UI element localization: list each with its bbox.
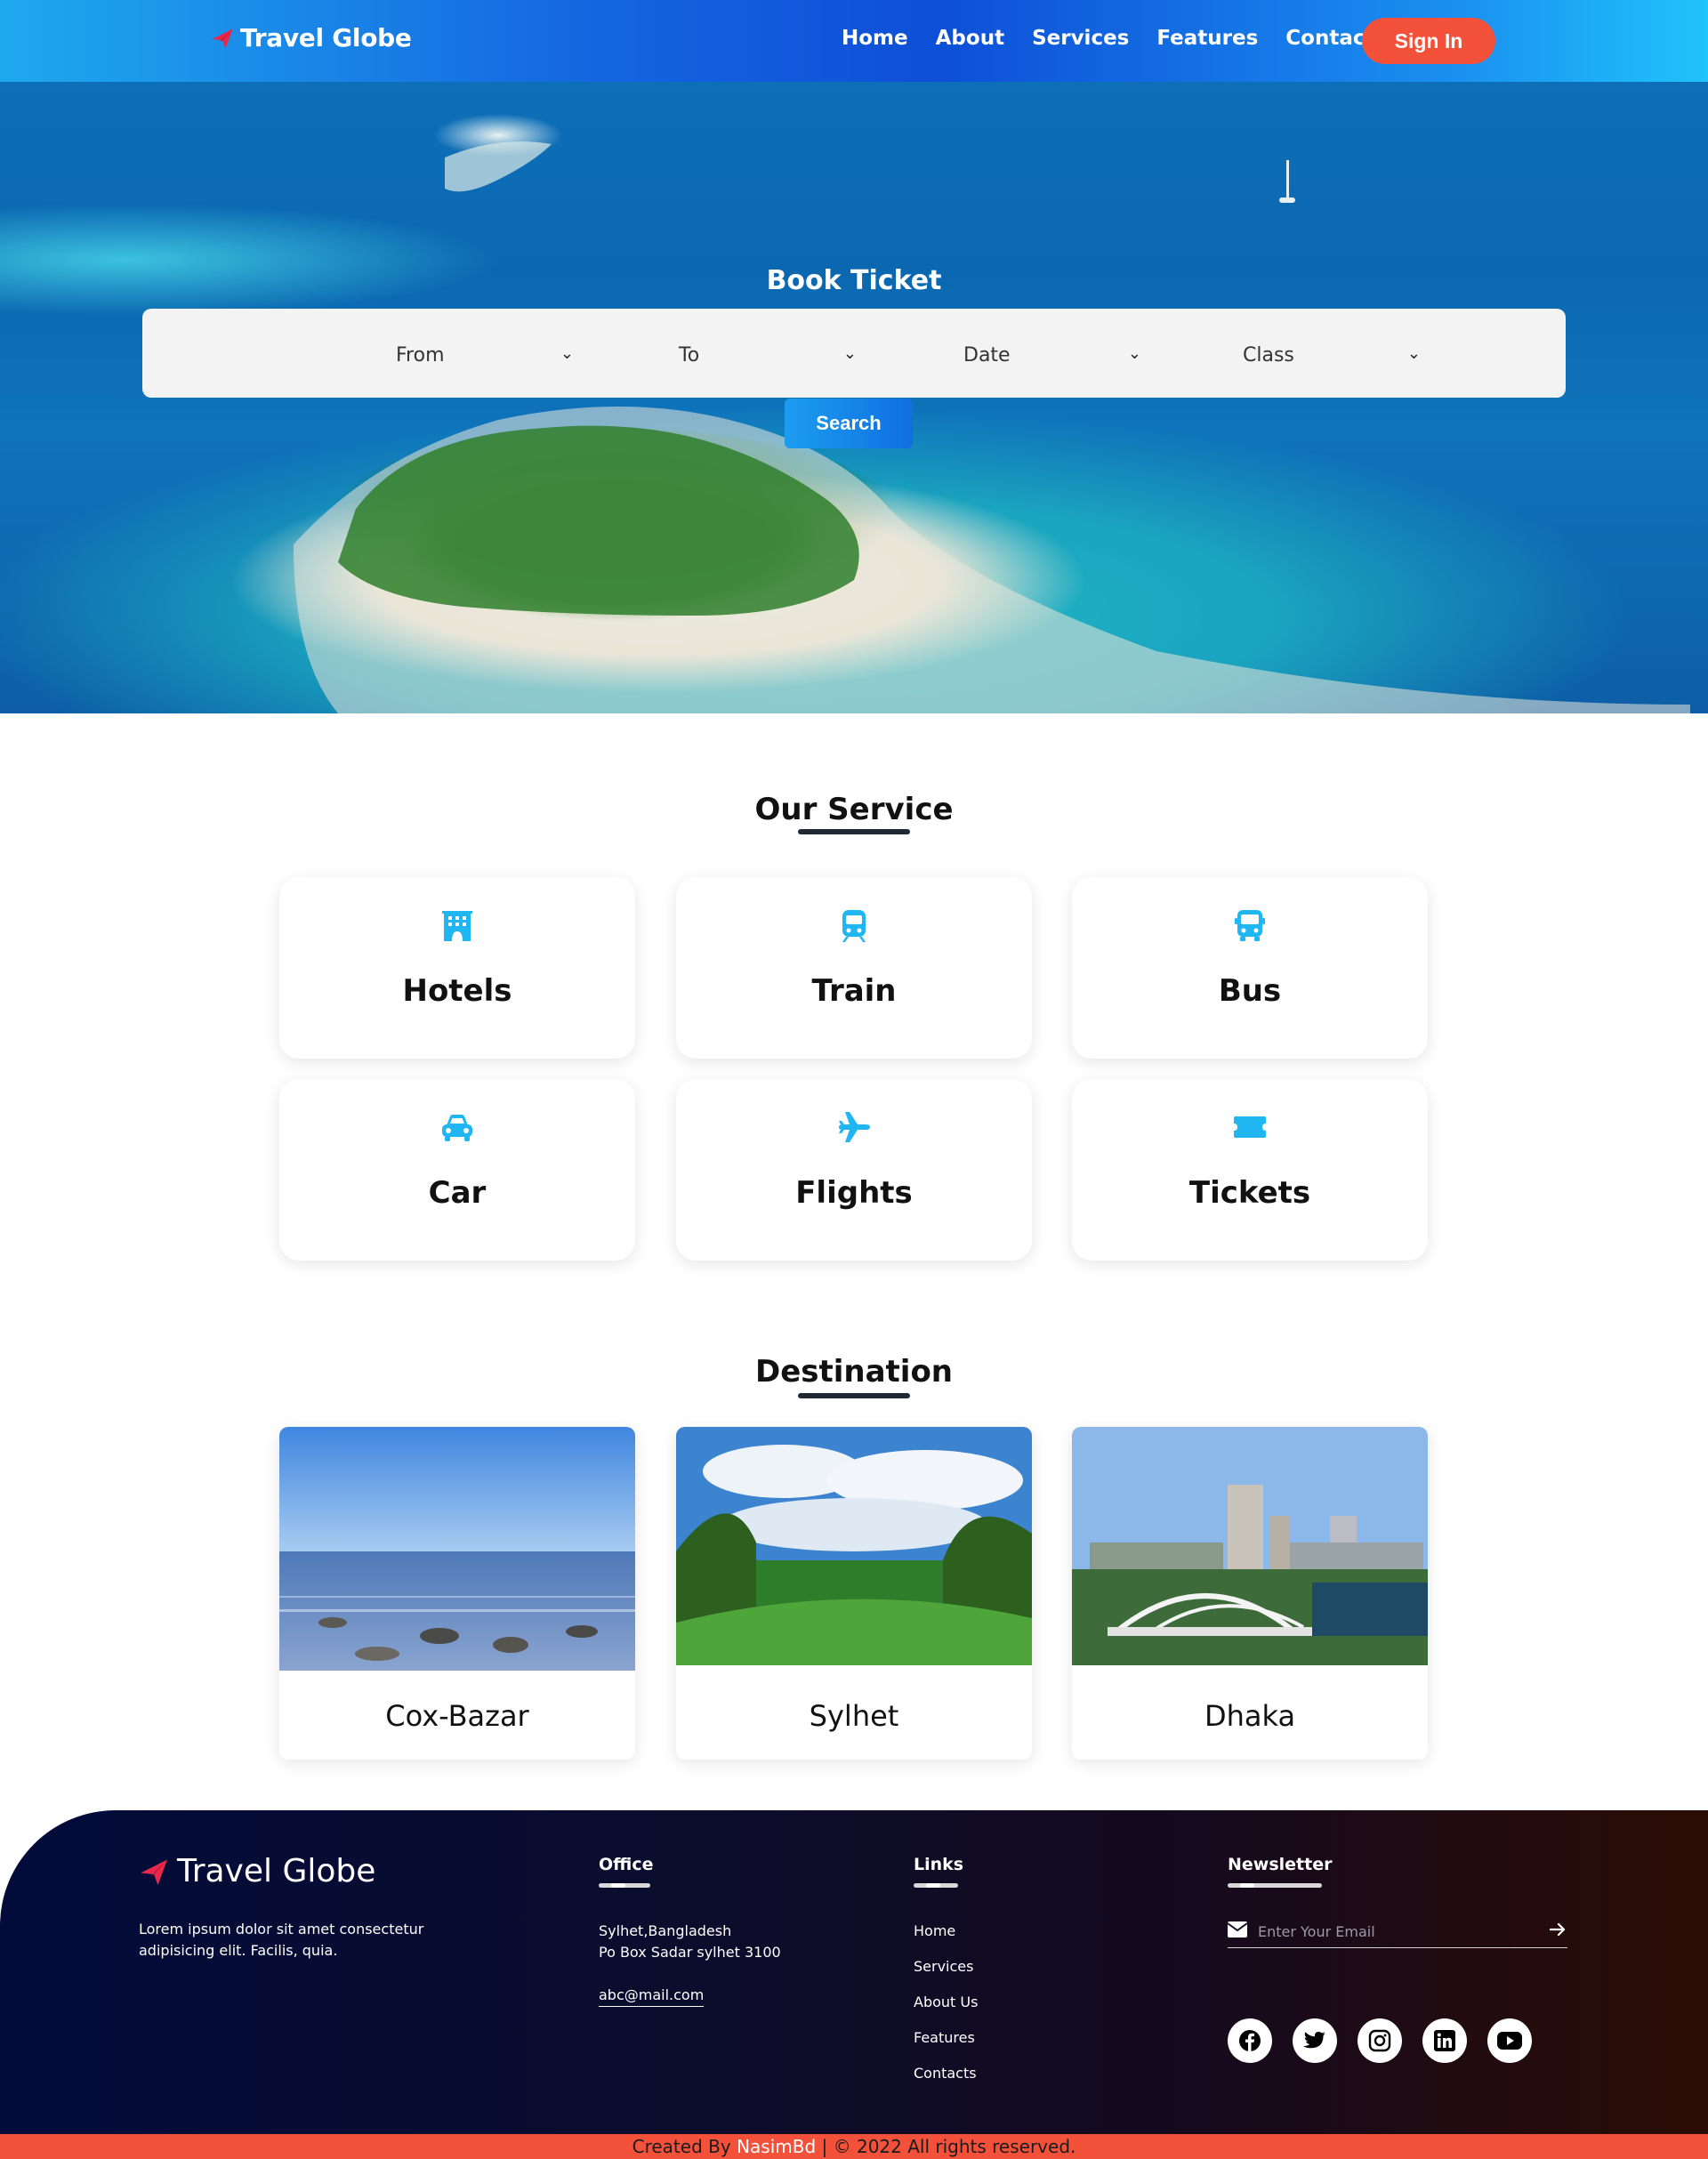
navbar: Travel Globe Home About Services Feature… (0, 0, 1708, 82)
footer-link-services[interactable]: Services (914, 1958, 973, 1975)
destination-label: Dhaka (1204, 1699, 1296, 1733)
twitter-icon (1303, 2032, 1325, 2049)
from-select-label: From (396, 343, 445, 367)
services-title-underline (798, 829, 910, 834)
linkedin-button[interactable] (1422, 2018, 1467, 2063)
chevron-down-icon: ⌄ (842, 344, 857, 363)
hero-title: Book Ticket (766, 265, 942, 296)
service-card-bus[interactable]: Bus (1072, 877, 1428, 1059)
destination-title-underline (798, 1393, 910, 1398)
dhaka-photo (1072, 1427, 1428, 1665)
train-icon (842, 910, 866, 942)
service-card-train[interactable]: Train (676, 877, 1032, 1059)
twitter-button[interactable] (1293, 2018, 1337, 2063)
service-label: Flights (795, 1175, 913, 1211)
arrow-right-icon[interactable] (1550, 1922, 1566, 1937)
sign-in-button[interactable]: Sign In (1362, 18, 1495, 64)
facebook-button[interactable] (1228, 2018, 1272, 2063)
newsletter-email-input[interactable] (1258, 1920, 1525, 1943)
cox-bazar-photo (279, 1427, 635, 1671)
footer-heading-office: Office (599, 1855, 654, 1874)
search-button[interactable]: Search (785, 399, 913, 448)
service-card-tickets[interactable]: Tickets (1072, 1079, 1428, 1261)
instagram-icon (1368, 2029, 1391, 2052)
footer-heading-bar (1228, 1883, 1322, 1888)
services-title: Our Service (754, 792, 954, 827)
to-select[interactable]: To ⌄ (679, 342, 857, 367)
hero-background-image (294, 141, 1690, 713)
footer-heading-links: Links (914, 1855, 964, 1874)
footer: Travel Globe Lorem ipsum dolor sit amet … (0, 1810, 1708, 2134)
paper-plane-icon (141, 1859, 167, 1885)
to-select-label: To (679, 343, 700, 367)
footer-link-contacts[interactable]: Contacts (914, 2065, 977, 2082)
service-card-car[interactable]: Car (279, 1079, 635, 1261)
linkedin-icon (1434, 2030, 1455, 2051)
destination-card-cox-bazar[interactable]: Cox-Bazar (279, 1427, 635, 1760)
footer-brand-name: Travel Globe (177, 1853, 376, 1889)
bus-icon (1235, 910, 1265, 941)
office-email-link[interactable]: abc@mail.com (599, 1985, 705, 2007)
hotel-icon (442, 911, 472, 941)
destination-card-sylhet[interactable]: Sylhet (676, 1427, 1032, 1760)
footer-link-features[interactable]: Features (914, 2029, 975, 2046)
nav-link-about[interactable]: About (936, 27, 1004, 50)
service-label: Train (811, 973, 897, 1009)
nav-links: Home About Services Features Contact (842, 27, 1402, 50)
plane-icon (839, 1112, 870, 1142)
chevron-down-icon: ⌄ (1406, 344, 1421, 363)
office-address-line2: Po Box Sadar sylhet 3100 (599, 1944, 781, 1961)
destination-title: Destination (754, 1354, 954, 1390)
envelope-icon (1228, 1921, 1247, 1937)
paper-plane-icon (212, 28, 233, 49)
class-select-label: Class (1243, 343, 1294, 367)
newsletter-form (1228, 1920, 1567, 1948)
copyright-bar: Created By NasimBd | © 2022 All rights r… (0, 2134, 1708, 2159)
instagram-button[interactable] (1358, 2018, 1402, 2063)
service-card-hotels[interactable]: Hotels (279, 877, 635, 1059)
youtube-icon (1497, 2032, 1522, 2050)
hero-section: Book Ticket From ⌄ To ⌄ Date ⌄ Class ⌄ S… (0, 82, 1708, 713)
destination-label: Cox-Bazar (385, 1699, 529, 1733)
destination-label: Sylhet (809, 1699, 899, 1733)
date-select-label: Date (963, 343, 1011, 367)
footer-description: Lorem ipsum dolor sit amet consectetur a… (139, 1921, 424, 1959)
youtube-button[interactable] (1487, 2018, 1532, 2063)
ticket-icon (1234, 1116, 1266, 1138)
copyright-author-link[interactable]: NasimBd (737, 2136, 816, 2157)
destination-card-dhaka[interactable]: Dhaka (1072, 1427, 1428, 1760)
footer-heading-newsletter: Newsletter (1228, 1855, 1333, 1874)
car-icon (442, 1115, 472, 1141)
footer-brand[interactable]: Travel Globe (138, 1853, 375, 1889)
booking-form: From ⌄ To ⌄ Date ⌄ Class ⌄ (142, 309, 1566, 398)
brand-name: Travel Globe (240, 23, 412, 52)
service-label: Bus (1218, 973, 1282, 1009)
service-label: Car (428, 1175, 487, 1211)
facebook-icon (1239, 2030, 1261, 2051)
nav-link-services[interactable]: Services (1032, 27, 1129, 50)
sylhet-photo (676, 1427, 1032, 1665)
copyright-prefix: Created By (632, 2136, 731, 2157)
from-select[interactable]: From ⌄ (396, 342, 574, 367)
chevron-down-icon: ⌄ (1127, 344, 1141, 363)
footer-link-about-us[interactable]: About Us (914, 1994, 978, 2010)
footer-link-home[interactable]: Home (914, 1922, 955, 1939)
copyright-suffix: | © 2022 All rights reserved. (821, 2136, 1076, 2157)
footer-heading-bar (914, 1883, 958, 1888)
nav-link-home[interactable]: Home (842, 27, 908, 50)
brand-logo[interactable]: Travel Globe (210, 23, 412, 52)
nav-link-features[interactable]: Features (1156, 27, 1258, 50)
footer-heading-bar (599, 1883, 650, 1888)
service-label: Hotels (402, 973, 512, 1009)
service-card-flights[interactable]: Flights (676, 1079, 1032, 1261)
class-select[interactable]: Class ⌄ (1243, 342, 1421, 367)
service-label: Tickets (1188, 1175, 1311, 1211)
office-address-line1: Sylhet,Bangladesh (599, 1922, 732, 1939)
date-select[interactable]: Date ⌄ (963, 342, 1141, 367)
chevron-down-icon: ⌄ (560, 344, 574, 363)
